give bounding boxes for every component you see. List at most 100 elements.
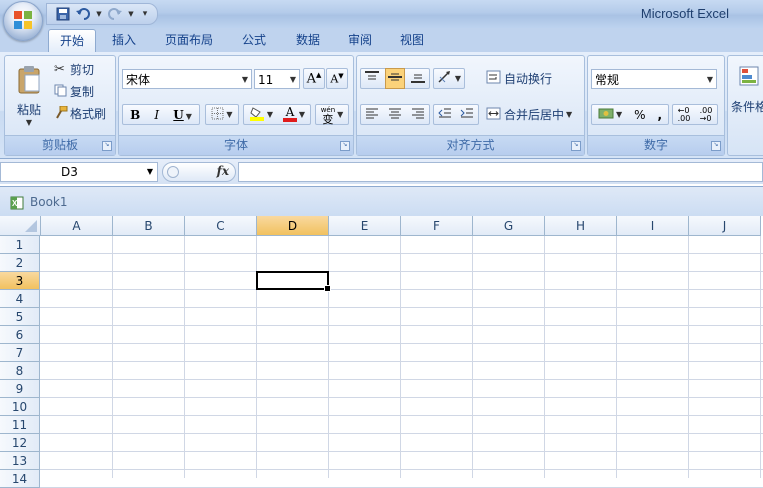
chevron-down-icon[interactable]: ▼ — [95, 6, 103, 22]
select-all-button[interactable] — [0, 216, 41, 236]
increase-decimal-icon[interactable]: ←0.00 — [678, 106, 691, 123]
font-group-label: 字体 — [119, 135, 353, 155]
active-cell-D3[interactable] — [256, 271, 331, 292]
chevron-down-icon[interactable]: ▼ — [127, 6, 135, 22]
insert-function-button[interactable]: fx — [217, 164, 229, 178]
align-right-icon[interactable] — [411, 107, 425, 122]
paste-label: 粘贴 — [16, 103, 41, 117]
column-header-C[interactable]: C — [185, 216, 257, 236]
orientation-button[interactable]: ▼ — [433, 68, 465, 89]
wrap-text-button[interactable]: 自动换行 — [485, 68, 579, 89]
tab-insert[interactable]: 插入 — [104, 29, 144, 52]
dialog-launcher-icon[interactable]: ↘ — [711, 141, 721, 151]
grid-line — [40, 289, 763, 290]
grow-font-button[interactable]: A▲ — [303, 68, 325, 89]
tab-data[interactable]: 数据 — [286, 29, 330, 52]
format-painter-button[interactable]: 格式刷 — [53, 103, 113, 124]
column-header-D[interactable]: D — [257, 216, 329, 236]
tab-view[interactable]: 视图 — [390, 29, 434, 52]
column-header-A[interactable]: A — [41, 216, 113, 236]
ribbon-tabs: 开始 插入 页面布局 公式 数据 审阅 视图 — [0, 28, 763, 53]
font-size-value: 11 — [258, 73, 274, 87]
borders-button[interactable]: ▼ — [205, 104, 239, 125]
font-name-combo[interactable]: 宋体 ▼ — [122, 69, 252, 89]
grid-line — [40, 433, 763, 434]
name-box[interactable]: D3 ▼ — [0, 162, 158, 182]
fill-handle[interactable] — [324, 285, 331, 292]
row-header-9[interactable]: 9 — [0, 380, 40, 398]
font-group: 宋体 ▼ 11 ▼ A▲ A▼ B I U ▼ ▼ ▼ A ▼ wén 变 ▼ … — [118, 55, 354, 156]
comma-button[interactable]: , — [657, 108, 662, 122]
align-bottom-icon[interactable] — [410, 70, 426, 87]
tab-home[interactable]: 开始 — [48, 29, 96, 53]
column-header-G[interactable]: G — [473, 216, 545, 236]
column-header-F[interactable]: F — [401, 216, 473, 236]
row-header-10[interactable]: 10 — [0, 398, 40, 416]
bold-button[interactable]: B — [130, 108, 140, 122]
column-header-H[interactable]: H — [545, 216, 617, 236]
italic-button[interactable]: I — [154, 108, 159, 122]
row-header-14[interactable]: 14 — [0, 470, 40, 488]
tab-formulas[interactable]: 公式 — [232, 29, 276, 52]
formula-input[interactable] — [238, 162, 763, 182]
column-header-B[interactable]: B — [113, 216, 185, 236]
row-header-2[interactable]: 2 — [0, 254, 40, 272]
number-style-buttons: ▼ % , — [591, 104, 669, 125]
copy-button[interactable]: 复制 — [53, 81, 111, 102]
dialog-launcher-icon[interactable]: ↘ — [571, 141, 581, 151]
dialog-launcher-icon[interactable]: ↘ — [340, 141, 350, 151]
row-header-13[interactable]: 13 — [0, 452, 40, 470]
row-header-5[interactable]: 5 — [0, 308, 40, 326]
percent-button[interactable]: % — [634, 108, 645, 122]
grid-line — [40, 451, 763, 452]
fill-color-button[interactable]: ▼ — [249, 105, 273, 124]
row-header-3[interactable]: 3 — [0, 272, 40, 290]
accounting-format-button[interactable]: ▼ — [598, 106, 622, 123]
cut-button[interactable]: ✂ 剪切 — [53, 59, 111, 80]
paste-button[interactable]: 粘贴 ▼ — [9, 59, 49, 133]
undo-icon[interactable] — [75, 6, 91, 22]
number-format-combo[interactable]: 常规 ▼ — [591, 69, 717, 89]
align-center-icon[interactable] — [388, 107, 402, 122]
conditional-formatting-icon — [738, 65, 760, 90]
column-header-I[interactable]: I — [617, 216, 689, 236]
row-header-1[interactable]: 1 — [0, 236, 40, 254]
horizontal-align-buttons — [360, 104, 430, 125]
increase-indent-icon[interactable] — [460, 107, 474, 122]
font-color-button[interactable]: A ▼ — [282, 106, 305, 122]
phonetic-guide-button[interactable]: wén 变 ▼ — [315, 104, 349, 125]
tab-page-layout[interactable]: 页面布局 — [156, 29, 222, 52]
row-header-7[interactable]: 7 — [0, 344, 40, 362]
row-header-4[interactable]: 4 — [0, 290, 40, 308]
column-header-E[interactable]: E — [329, 216, 401, 236]
shrink-font-button[interactable]: A▼ — [326, 68, 348, 89]
dialog-launcher-icon[interactable]: ↘ — [102, 141, 112, 151]
borders-icon — [211, 107, 224, 123]
decrease-indent-icon[interactable] — [438, 107, 452, 122]
align-middle-icon[interactable] — [384, 68, 405, 89]
worksheet-grid[interactable]: ABCDEFGHIJ 1 2 3 4 5 6 7 8 9 10 11 12 13 14 — [0, 216, 763, 488]
customize-icon[interactable]: ▾ — [139, 6, 151, 22]
number-format-value: 常规 — [595, 73, 620, 87]
tab-review[interactable]: 审阅 — [338, 29, 382, 52]
row-header-6[interactable]: 6 — [0, 326, 40, 344]
copy-icon — [54, 84, 70, 100]
underline-button[interactable]: U ▼ — [173, 108, 192, 122]
row-header-11[interactable]: 11 — [0, 416, 40, 434]
row-header-8[interactable]: 8 — [0, 362, 40, 380]
circle-handle-icon[interactable] — [167, 166, 179, 178]
align-top-icon[interactable] — [364, 70, 380, 87]
save-icon[interactable] — [55, 6, 71, 22]
align-left-icon[interactable] — [365, 107, 379, 122]
grid-line — [40, 397, 763, 398]
merge-center-button[interactable]: 合并后居中 ▼ — [485, 104, 581, 125]
column-header-J[interactable]: J — [689, 216, 761, 236]
row-header-12[interactable]: 12 — [0, 434, 40, 452]
chevron-down-icon[interactable]: ▼ — [147, 163, 153, 181]
office-button[interactable] — [3, 1, 43, 41]
wrap-text-icon — [486, 70, 504, 87]
conditional-formatting-button[interactable]: 条件格 — [730, 60, 763, 120]
font-size-combo[interactable]: 11 ▼ — [254, 69, 300, 89]
redo-icon[interactable] — [107, 6, 123, 22]
decrease-decimal-icon[interactable]: .00 →0 — [700, 106, 713, 123]
